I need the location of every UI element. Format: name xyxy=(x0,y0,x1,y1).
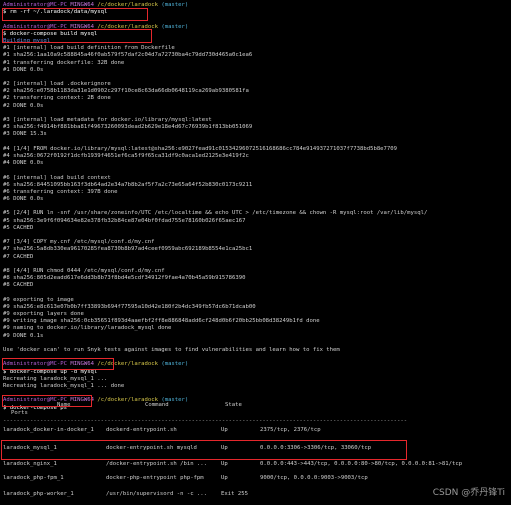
build-output-line: #5 CACHED xyxy=(3,224,34,231)
build-output-line: #8 [4/4] RUN chmod 0444 /etc/mysql/conf.… xyxy=(3,267,165,274)
build-output-line: #2 sha256:e0758b1183da31e1d0902c297f10ce… xyxy=(3,88,249,95)
ps-cell-ports: 0.0.0.0:3306->3306/tcp, 33060/tcp xyxy=(260,445,372,452)
ps-row: laradock_nginx_1/docker-entrypoint.sh /b… xyxy=(3,461,509,469)
build-output-line: #6 [internal] load build context xyxy=(3,174,111,181)
ps-cell-state: Exit 255 xyxy=(221,491,248,498)
ps-cell-ports: 9000/tcp, 0.0.0.0:9003->9003/tcp xyxy=(260,475,368,482)
ps-row: laradock_docker-in-docker_1 dockerd-entry… xyxy=(3,427,509,435)
build-output-line: #1 sha256:1aa10a9c588845a46f0ab579f57daf… xyxy=(3,52,253,59)
prompt-path: /c/docker/laradock xyxy=(97,23,158,30)
ps-cell-name: laradock_docker-in-docker_1 xyxy=(3,427,94,434)
build-output-line: #1 [internal] load build definition from… xyxy=(3,45,175,52)
build-output-line: #6 transferring context: 397B done xyxy=(3,188,118,195)
ps-cell-command: docker-entrypoint.sh mysqld xyxy=(106,445,197,452)
ps-cell-state: Up xyxy=(221,461,228,468)
prompt-user-host: Administrator@MC-PC xyxy=(3,2,67,8)
ps-header-row-2: Ports xyxy=(3,410,509,418)
command-rm: $ rm -rf ~/.laradock/data/mysql xyxy=(3,9,108,16)
ps-separator: ----------------------------------------… xyxy=(3,418,408,424)
prompt-branch: (master) xyxy=(161,361,189,368)
ps-header-name: Name xyxy=(57,402,71,408)
up-output-line: Recreating laradock_mysql_1 ... xyxy=(3,375,108,382)
prompt-path: /c/docker/laradock xyxy=(97,2,158,8)
prompt-line: Administrator@MC-PC MINGW64 /c/docker/la… xyxy=(3,24,509,31)
up-output-line: Recreating laradock_mysql_1 ... done xyxy=(3,382,125,389)
build-output-line: #4 [1/4] FROM docker.io/library/mysql:la… xyxy=(3,145,398,152)
ps-cell-name: laradock_php-fpm_1 xyxy=(3,475,64,482)
build-output-line: #5 sha256:3e9f6f094634e82e378fb32b84ce87… xyxy=(3,217,246,224)
build-output-line: #8 sha256:805d2eadd617e6dd3b8b73f8bd4e5c… xyxy=(3,275,246,282)
ps-cell-state: Up xyxy=(221,445,228,452)
prompt-line: Administrator@MC-PC MINGW64 /c/docker/la… xyxy=(3,2,509,9)
build-output-line: #9 writing image sha256:0cb35651f893d4aa… xyxy=(3,318,320,325)
build-output-line: #7 CACHED xyxy=(3,253,34,260)
build-output-line: #9 exporting to image xyxy=(3,296,74,303)
build-output-line: #7 sha256:5a8db330ea96170285fea8730b8b97… xyxy=(3,246,253,253)
prompt-user-host: Administrator@MC-PC xyxy=(3,23,67,30)
build-output-line: #3 [internal] load metadata for docker.i… xyxy=(3,117,212,123)
ps-cell-state: Up xyxy=(221,427,228,434)
build-output-line: #7 [3/4] COPY my.cnf /etc/mysql/conf.d/m… xyxy=(3,239,155,246)
build-output-line: Building mysql xyxy=(3,37,51,44)
build-output-line: #2 [internal] load .dockerignore xyxy=(3,81,111,88)
prompt-shell: MINGW64 xyxy=(70,2,94,8)
ps-cell-command: /usr/bin/supervisord -n -c ... xyxy=(106,491,208,498)
ps-cell-command: /docker-entrypoint.sh /bin ... xyxy=(106,461,208,468)
ps-cell-ports: 2375/tcp, 2376/tcp xyxy=(260,427,321,434)
build-output-line: #1 DONE 0.0s xyxy=(3,66,44,73)
build-output-line: #5 [2/4] RUN ln -snf /usr/share/zoneinfo… xyxy=(3,210,428,217)
build-output-line: #4 DONE 0.0s xyxy=(3,160,44,167)
ps-row: laradock_php-fpm_1 docker-php-entrypoint … xyxy=(3,475,509,483)
ps-cell-name: laradock_mysql_1 xyxy=(3,445,57,452)
build-output: Building mysql #1 [internal] load build d… xyxy=(3,38,509,354)
ps-cell-state: Up xyxy=(221,475,228,482)
build-output-line: #6 DONE 0.0s xyxy=(3,196,44,203)
ps-cell-name: laradock_nginx_1 xyxy=(3,461,57,468)
ps-header-ports: Ports xyxy=(11,410,28,416)
build-output-line: #9 exporting layers done xyxy=(3,311,84,318)
ps-cell-name: laradock_php-worker_1 xyxy=(3,491,74,498)
ps-header-command: Command xyxy=(145,402,169,408)
ps-header-row: Name Command State xyxy=(3,402,509,410)
build-output-line: #8 CACHED xyxy=(3,282,34,289)
command-up: $ docker-compose up -d mysql xyxy=(3,368,98,375)
prompt-user-host: Administrator@MC-PC xyxy=(3,361,67,368)
ps-row: laradock_mysql_1 docker-entrypoint.sh mys… xyxy=(3,445,509,453)
build-output-line: #1 transferring dockerfile: 32B done xyxy=(3,59,125,66)
command-build: $ docker-compose build mysql xyxy=(3,30,98,37)
build-output-line: #9 DONE 0.1s xyxy=(3,332,44,339)
ps-cell-command: dockerd-entrypoint.sh xyxy=(106,427,177,434)
build-output-line: #9 naming to docker.io/library/laradock_… xyxy=(3,325,172,332)
ps-cell-command: docker-php-entrypoint php-fpm xyxy=(106,475,204,482)
prompt-path: /c/docker/laradock xyxy=(97,361,158,368)
prompt-branch: (master) xyxy=(161,23,189,30)
build-output-line: #4 sha256:0672f0192f1dcfb1939f4651ef6ca5… xyxy=(3,152,249,159)
build-output-line: #2 transferring context: 2B done xyxy=(3,95,111,102)
build-output-line: #6 sha256:84451095bb163f3db64ad2e34a7b8b… xyxy=(3,181,253,188)
ps-header-state: State xyxy=(225,402,242,408)
prompt-shell: MINGW64 xyxy=(70,23,94,30)
prompt-shell: MINGW64 xyxy=(70,361,94,368)
ps-cell-ports: 0.0.0.0:443->443/tcp, 0.0.0.0:80->80/tcp… xyxy=(260,461,463,468)
build-output-line: #3 DONE 15.3s xyxy=(3,131,47,138)
build-output-line: #9 sha256:e8c613e07b0b7ff33893b694f77595… xyxy=(3,303,256,310)
prompt-line: Administrator@MC-PC MINGW64 /c/docker/la… xyxy=(3,361,509,368)
terminal-window[interactable]: Administrator@MC-PC MINGW64 /c/docker/la… xyxy=(3,2,509,412)
csdn-watermark: CSDN @乔丹锋Ti xyxy=(432,487,505,498)
prompt-branch: (master) xyxy=(161,2,189,8)
build-output-line: #3 sha256:f4914bf881bba81f49673260093dea… xyxy=(3,124,253,131)
build-output-line: #2 DONE 0.0s xyxy=(3,102,44,109)
build-output-line: Use 'docker scan' to run Snyk tests agai… xyxy=(3,347,340,353)
